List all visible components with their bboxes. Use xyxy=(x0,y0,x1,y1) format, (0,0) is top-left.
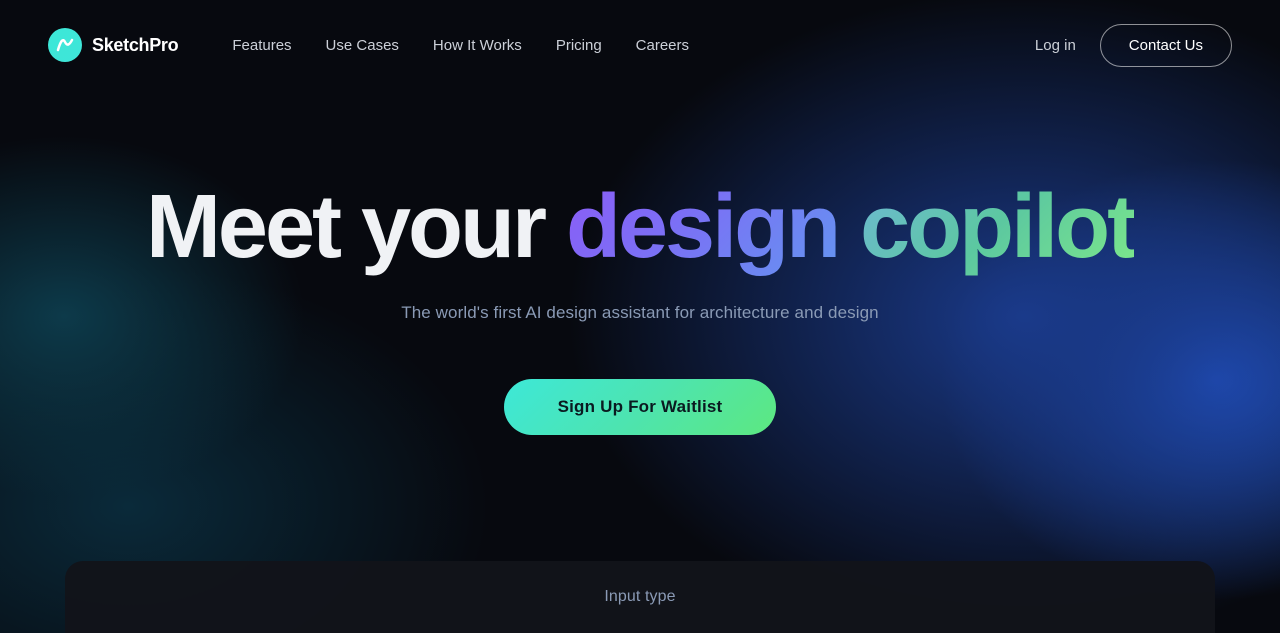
logo-icon xyxy=(48,28,82,62)
bottom-card: Input type xyxy=(65,561,1215,633)
nav-left: SketchPro Features Use Cases How It Work… xyxy=(48,28,703,62)
hero-title-space xyxy=(838,177,860,277)
hero-title-part1: Meet your xyxy=(146,177,566,277)
nav-right: Log in Contact Us xyxy=(1035,24,1232,67)
waitlist-button[interactable]: Sign Up For Waitlist xyxy=(504,379,777,435)
nav-links: Features Use Cases How It Works Pricing … xyxy=(218,29,703,62)
brand-name: SketchPro xyxy=(92,35,178,56)
nav-item-use-cases[interactable]: Use Cases xyxy=(312,29,413,62)
hero-title: Meet your design copilot xyxy=(146,180,1134,275)
login-link[interactable]: Log in xyxy=(1035,37,1076,54)
hero-title-copilot: copilot xyxy=(860,177,1134,277)
contact-button[interactable]: Contact Us xyxy=(1100,24,1232,67)
hero-title-design: design xyxy=(566,177,838,277)
nav-item-features[interactable]: Features xyxy=(218,29,305,62)
nav-item-pricing[interactable]: Pricing xyxy=(542,29,616,62)
nav-item-careers[interactable]: Careers xyxy=(622,29,703,62)
hero-subtitle: The world's first AI design assistant fo… xyxy=(401,303,878,323)
input-type-label: Input type xyxy=(604,588,675,606)
navbar: SketchPro Features Use Cases How It Work… xyxy=(0,0,1280,90)
nav-item-how-it-works[interactable]: How It Works xyxy=(419,29,536,62)
hero-section: Meet your design copilot The world's fir… xyxy=(0,90,1280,435)
logo[interactable]: SketchPro xyxy=(48,28,178,62)
